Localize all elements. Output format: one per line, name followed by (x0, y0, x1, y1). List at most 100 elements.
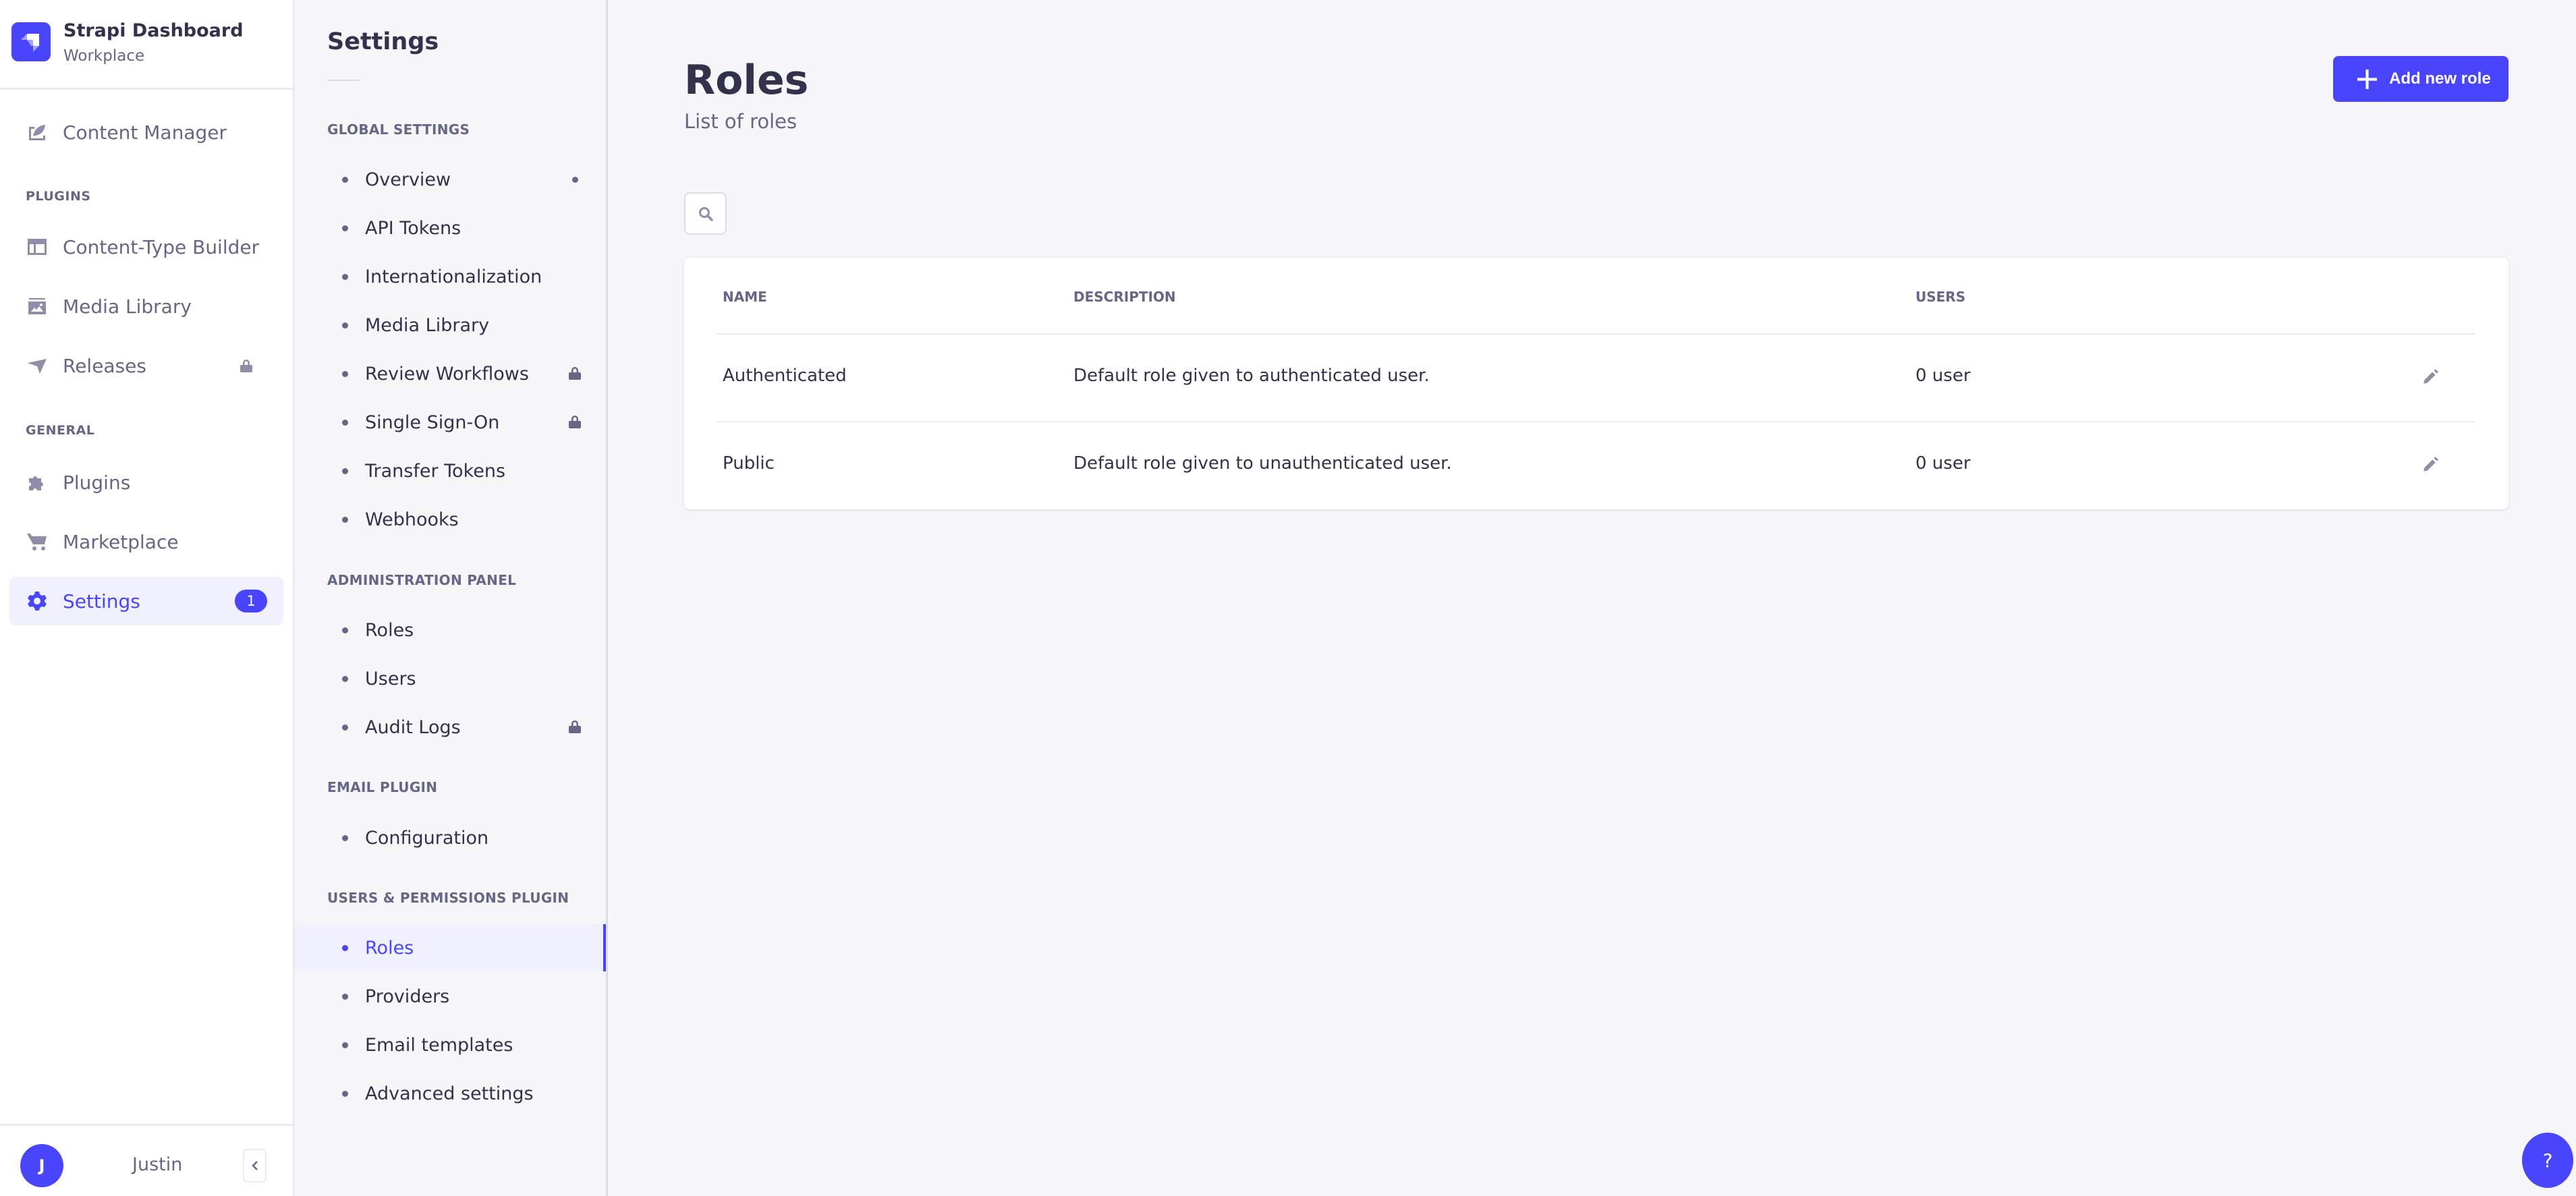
subnav-label: Roles (365, 937, 414, 959)
cart-icon (26, 530, 49, 553)
notification-dot-icon (572, 176, 578, 183)
bullet-icon (342, 675, 348, 682)
section-email-plugin: EMAIL PLUGIN (327, 779, 438, 795)
subnav-item-advanced-settings[interactable]: Advanced settings (295, 1070, 606, 1117)
nav-label: Settings (63, 590, 140, 613)
role-users-count: 0 user (1915, 366, 1971, 386)
section-administration-panel: ADMINISTRATION PANEL (327, 572, 517, 588)
user-footer: J Justin (0, 1124, 293, 1196)
search-button[interactable] (684, 192, 727, 235)
subnav-item-providers[interactable]: Providers (295, 973, 606, 1020)
puzzle-icon (26, 471, 49, 494)
nav-releases[interactable]: Releases (9, 341, 283, 390)
bullet-icon (342, 834, 348, 841)
bullet-icon (342, 724, 348, 731)
edit-role-button[interactable] (2417, 364, 2444, 391)
subnav-item-webhooks[interactable]: Webhooks (295, 496, 606, 543)
column-header-name: NAME (723, 289, 767, 305)
paper-plane-icon (26, 354, 49, 377)
settings-subnav: Settings GLOBAL SETTINGS Overview API To… (295, 0, 608, 1196)
avatar[interactable]: J (20, 1144, 63, 1187)
image-icon (26, 295, 49, 318)
edit-role-button[interactable] (2417, 451, 2444, 478)
bullet-icon (342, 1042, 348, 1048)
nav-label: Releases (63, 354, 146, 377)
subnav-item-audit-logs[interactable]: Audit Logs (295, 704, 606, 751)
nav-marketplace[interactable]: Marketplace (9, 517, 283, 566)
username[interactable]: Justin (132, 1154, 182, 1175)
subnav-label: Users (365, 668, 416, 689)
row-divider (717, 421, 2475, 422)
lock-icon (567, 414, 583, 430)
role-name: Public (723, 453, 775, 474)
nav-content-manager[interactable]: Content Manager (9, 108, 283, 156)
plus-icon (2357, 69, 2377, 89)
subnav-label: Roles (365, 619, 414, 641)
subnav-item-up-roles[interactable]: Roles (295, 924, 606, 971)
subnav-label: Single Sign-On (365, 411, 500, 433)
bullet-icon (342, 516, 348, 523)
search-icon (698, 206, 713, 221)
subnav-label: Webhooks (365, 509, 459, 530)
nav-label: Marketplace (63, 530, 179, 553)
row-divider (717, 333, 2475, 335)
bullet-icon (342, 1090, 348, 1097)
pencil-icon (2424, 457, 2438, 472)
nav-settings[interactable]: Settings 1 (9, 577, 283, 625)
nav-label: Media Library (63, 295, 192, 318)
subnav-item-single-sign-on[interactable]: Single Sign-On (295, 399, 606, 446)
subnav-label: API Tokens (365, 217, 461, 239)
subnav-label: Transfer Tokens (365, 460, 506, 482)
subnav-label: Providers (365, 986, 450, 1007)
help-button[interactable]: ? (2522, 1133, 2573, 1188)
subnav-item-transfer-tokens[interactable]: Transfer Tokens (295, 447, 606, 494)
nav-label: Plugins (63, 471, 131, 494)
workspace-subtitle: Workplace (63, 47, 145, 65)
subnav-label: Media Library (365, 314, 490, 336)
subnav-title: Settings (327, 28, 439, 55)
nav-media-library[interactable]: Media Library (9, 282, 283, 331)
subnav-item-media-library[interactable]: Media Library (295, 302, 606, 349)
subnav-item-api-tokens[interactable]: API Tokens (295, 204, 606, 252)
lock-icon (238, 358, 254, 374)
pencil-icon (2424, 369, 2438, 384)
subnav-label: Audit Logs (365, 716, 461, 738)
nav-plugins[interactable]: Plugins (9, 458, 283, 507)
subnav-item-email-templates[interactable]: Email templates (295, 1021, 606, 1069)
subnav-label: Overview (365, 169, 451, 190)
role-name: Authenticated (723, 366, 847, 386)
column-header-users: USERS (1915, 289, 1966, 305)
chevron-left-icon (251, 1161, 258, 1170)
bullet-icon (342, 176, 348, 183)
subnav-item-admin-roles[interactable]: Roles (295, 606, 606, 654)
nav-section-general: GENERAL (26, 423, 95, 438)
subnav-item-internationalization[interactable]: Internationalization (295, 253, 606, 300)
subnav-item-configuration[interactable]: Configuration (295, 814, 606, 861)
gear-icon (26, 590, 49, 613)
collapse-nav-button[interactable] (243, 1149, 267, 1183)
add-new-role-button[interactable]: Add new role (2333, 56, 2509, 102)
roles-table: NAME DESCRIPTION USERS Authenticated Def… (684, 258, 2509, 509)
settings-badge: 1 (235, 590, 267, 613)
subnav-label: Review Workflows (365, 363, 529, 385)
section-users-permissions-plugin: USERS & PERMISSIONS PLUGIN (327, 890, 569, 906)
nav-content-type-builder[interactable]: Content-Type Builder (9, 223, 283, 271)
role-users-count: 0 user (1915, 453, 1971, 474)
add-new-role-label: Add new role (2389, 69, 2491, 88)
main-navigation: Strapi Dashboard Workplace Content Manag… (0, 0, 295, 1196)
subnav-label: Configuration (365, 827, 489, 849)
subnav-item-users[interactable]: Users (295, 655, 606, 702)
page-subtitle: List of roles (684, 110, 797, 133)
subnav-label: Internationalization (365, 266, 542, 287)
nav-section-plugins: PLUGINS (26, 189, 91, 204)
bullet-icon (342, 467, 348, 474)
brand-header: Strapi Dashboard Workplace (0, 0, 293, 90)
subnav-item-overview[interactable]: Overview (295, 156, 606, 203)
page-title: Roles (684, 57, 809, 104)
bullet-icon (342, 627, 348, 633)
bullet-icon (342, 370, 348, 377)
subnav-item-review-workflows[interactable]: Review Workflows (295, 350, 606, 397)
bullet-icon (342, 419, 348, 426)
bullet-icon (342, 993, 348, 1000)
bullet-icon (342, 225, 348, 231)
